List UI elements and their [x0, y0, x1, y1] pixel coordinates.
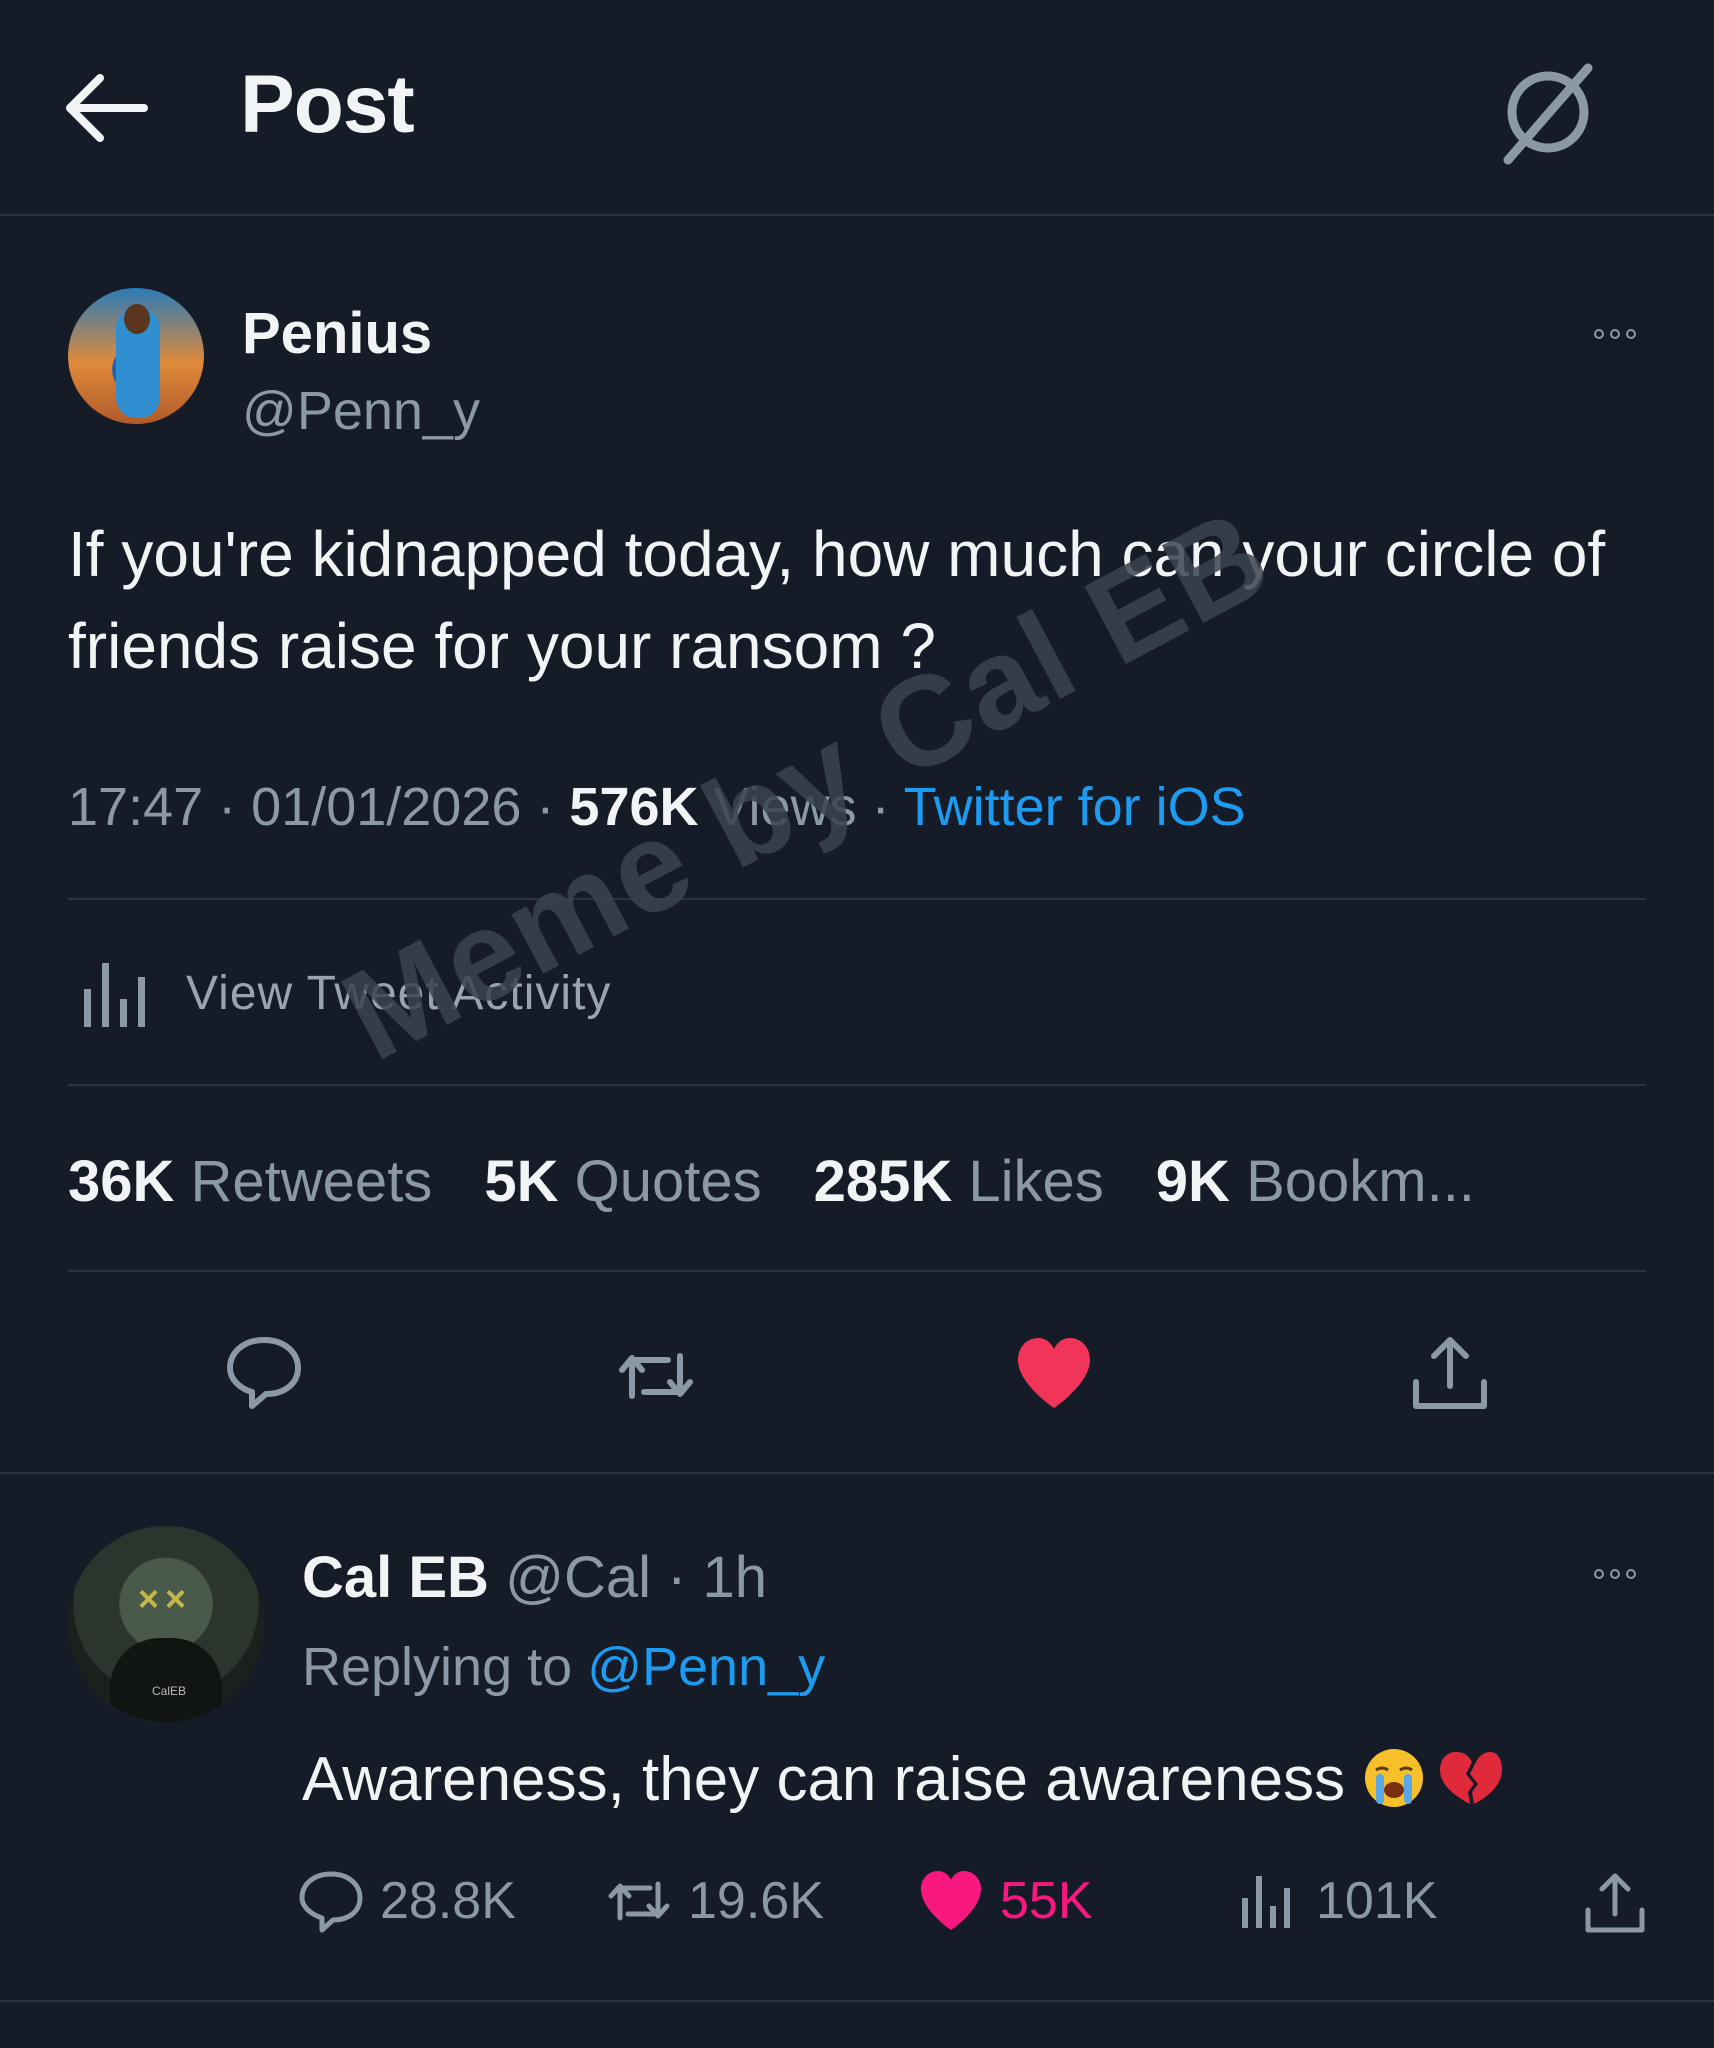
divider: [0, 2000, 1714, 2002]
reply-author-name[interactable]: Cal EB: [302, 1545, 489, 1610]
loudly-crying-face-icon: [1365, 1749, 1424, 1807]
back-arrow-icon[interactable]: [62, 70, 148, 146]
reply-views-button[interactable]: 101K: [1234, 1868, 1437, 1934]
tweet-text: If you're kidnapped today, how much can …: [68, 518, 1606, 682]
reply-text: Awareness, they can raise awareness: [302, 1745, 1346, 1814]
page-title: Post: [240, 59, 415, 150]
more-options-icon[interactable]: [1594, 326, 1650, 340]
reply-author-avatar[interactable]: ×× CalEB: [68, 1526, 264, 1722]
tweet-time: 17:47: [68, 777, 204, 837]
retweets-stat[interactable]: 36K Retweets: [68, 1149, 432, 1214]
retweet-icon: [608, 1881, 670, 1921]
reply-text-line: Awareness, they can raise awareness: [302, 1744, 1502, 1815]
analytics-icon[interactable]: [80, 955, 152, 1029]
heart-icon[interactable]: [1014, 1334, 1094, 1414]
divider: [68, 1270, 1646, 1272]
reply-time: 1h: [702, 1545, 768, 1610]
likes-stat[interactable]: 285K Likes: [814, 1149, 1104, 1214]
reply-author-handle[interactable]: @Cal: [505, 1545, 651, 1610]
reply-like-button[interactable]: 55K: [918, 1868, 1093, 1934]
author-name[interactable]: Penius: [242, 300, 432, 367]
retweet-icon[interactable]: [616, 1336, 696, 1416]
reply-count-button[interactable]: 28.8K: [298, 1868, 516, 1934]
broken-heart-icon: [1439, 1752, 1502, 1804]
replying-to: Replying to @Penn_y: [302, 1637, 826, 1697]
divider: [0, 1472, 1714, 1474]
reply-icon[interactable]: [224, 1332, 304, 1412]
reply-retweet-button[interactable]: 19.6K: [606, 1868, 824, 1934]
tweet-stats: 36K Retweets 5K Quotes 285K Likes 9K Bookm.…: [68, 1148, 1475, 1215]
reply-share-icon[interactable]: [1582, 1870, 1648, 1936]
analytics-icon: [1242, 1876, 1290, 1928]
divider: [68, 1084, 1646, 1086]
heart-icon: [921, 1871, 981, 1930]
reply-author-line: Cal EB @Cal · 1h: [302, 1545, 768, 1610]
tweet-date: 01/01/2026: [251, 777, 522, 837]
replying-to-user-link[interactable]: @Penn_y: [587, 1637, 825, 1697]
quotes-stat[interactable]: 5K Quotes: [484, 1149, 761, 1214]
header-divider: [0, 214, 1714, 216]
author-avatar[interactable]: [68, 288, 204, 424]
sync-off-icon[interactable]: [1492, 56, 1604, 168]
share-icon[interactable]: [1410, 1334, 1490, 1414]
reply-icon: [299, 1871, 363, 1933]
author-handle[interactable]: @Penn_y: [242, 380, 480, 442]
bookmarks-stat[interactable]: 9K Bookm...: [1156, 1149, 1475, 1214]
divider: [68, 898, 1646, 900]
reply-more-options-icon[interactable]: [1594, 1566, 1650, 1580]
